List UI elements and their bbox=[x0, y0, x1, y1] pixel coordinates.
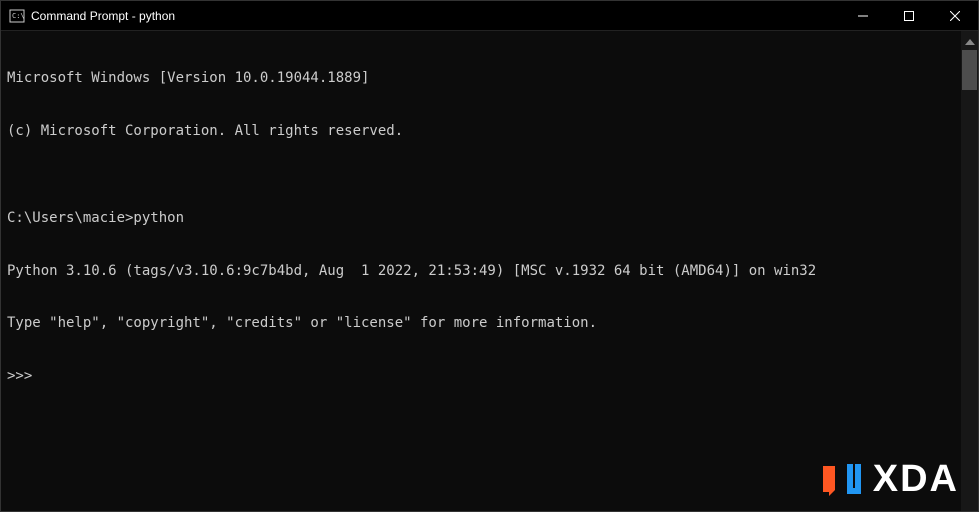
terminal-area[interactable]: Microsoft Windows [Version 10.0.19044.18… bbox=[1, 31, 978, 511]
titlebar-left: C:\ Command Prompt - python bbox=[1, 8, 175, 24]
scroll-thumb[interactable] bbox=[962, 50, 977, 90]
xda-text: XDA bbox=[873, 458, 959, 501]
xda-logo-icon bbox=[819, 456, 865, 502]
vertical-scrollbar[interactable] bbox=[961, 31, 978, 511]
cmd-icon: C:\ bbox=[9, 8, 25, 24]
output-line: Microsoft Windows [Version 10.0.19044.18… bbox=[7, 70, 955, 88]
repl-prompt[interactable]: >>> bbox=[7, 368, 955, 386]
command-prompt-window: C:\ Command Prompt - python bbox=[0, 0, 979, 512]
scroll-up-arrow-icon[interactable] bbox=[962, 33, 977, 50]
python-help-line: Type "help", "copyright", "credits" or "… bbox=[7, 315, 955, 333]
python-version-line: Python 3.10.6 (tags/v3.10.6:9c7b4bd, Aug… bbox=[7, 263, 955, 281]
xda-watermark: XDA bbox=[819, 456, 959, 502]
minimize-button[interactable] bbox=[840, 1, 886, 30]
titlebar[interactable]: C:\ Command Prompt - python bbox=[1, 1, 978, 31]
terminal-content[interactable]: Microsoft Windows [Version 10.0.19044.18… bbox=[1, 31, 961, 511]
svg-text:C:\: C:\ bbox=[12, 12, 25, 20]
close-button[interactable] bbox=[932, 1, 978, 30]
window-controls bbox=[840, 1, 978, 30]
maximize-button[interactable] bbox=[886, 1, 932, 30]
prompt-line: C:\Users\macie>python bbox=[7, 210, 955, 228]
window-title: Command Prompt - python bbox=[31, 9, 175, 23]
output-line: (c) Microsoft Corporation. All rights re… bbox=[7, 123, 955, 141]
